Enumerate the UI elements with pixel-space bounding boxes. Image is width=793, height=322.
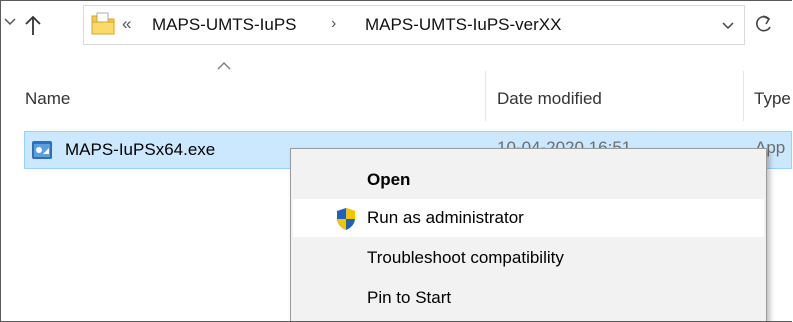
menu-item-label: Run as administrator — [367, 208, 524, 227]
menu-item-label: Open — [367, 170, 411, 189]
menu-item-open[interactable]: Open — [293, 161, 764, 199]
menu-item-label: Pin to Start — [367, 288, 452, 307]
folder-icon — [91, 12, 115, 35]
up-arrow-icon[interactable] — [23, 14, 43, 36]
column-header-type[interactable]: Type — [754, 79, 792, 119]
menu-item-troubleshoot-compatibility[interactable]: Troubleshoot compatibility — [293, 239, 764, 277]
file-explorer-window: « MAPS-UMTS-IuPS › MAPS-UMTS-IuPS-verXX … — [0, 0, 792, 322]
breadcrumb-maps-umts-iups-verxx[interactable]: MAPS-UMTS-IuPS-verXX — [365, 15, 561, 35]
recent-locations-chevron-icon[interactable] — [3, 15, 17, 29]
column-divider[interactable] — [485, 71, 486, 121]
breadcrumb-overflow[interactable]: « — [122, 14, 131, 34]
breadcrumb-separator[interactable]: › — [331, 15, 336, 33]
refresh-icon[interactable] — [753, 13, 775, 35]
menu-item-label: Troubleshoot compatibility — [367, 248, 564, 267]
menu-item-run-as-administrator[interactable]: Run as administrator — [293, 199, 764, 237]
uac-shield-icon — [337, 208, 355, 230]
column-header-name[interactable]: Name — [25, 79, 490, 119]
breadcrumb-maps-umts-iups[interactable]: MAPS-UMTS-IuPS — [152, 15, 297, 35]
column-header-date-modified[interactable]: Date modified — [497, 79, 741, 119]
context-menu: Open Run as administrator Troubleshoot c… — [290, 148, 767, 321]
exe-file-icon — [32, 141, 52, 159]
menu-item-pin-to-start[interactable]: Pin to Start — [293, 279, 764, 317]
address-bar[interactable]: « MAPS-UMTS-IuPS › MAPS-UMTS-IuPS-verXX — [83, 5, 745, 45]
file-name: MAPS-IuPSx64.exe — [65, 140, 216, 159]
column-divider[interactable] — [743, 71, 744, 121]
sort-ascending-caret-icon — [217, 62, 231, 70]
address-dropdown-chevron-icon[interactable] — [721, 20, 735, 32]
